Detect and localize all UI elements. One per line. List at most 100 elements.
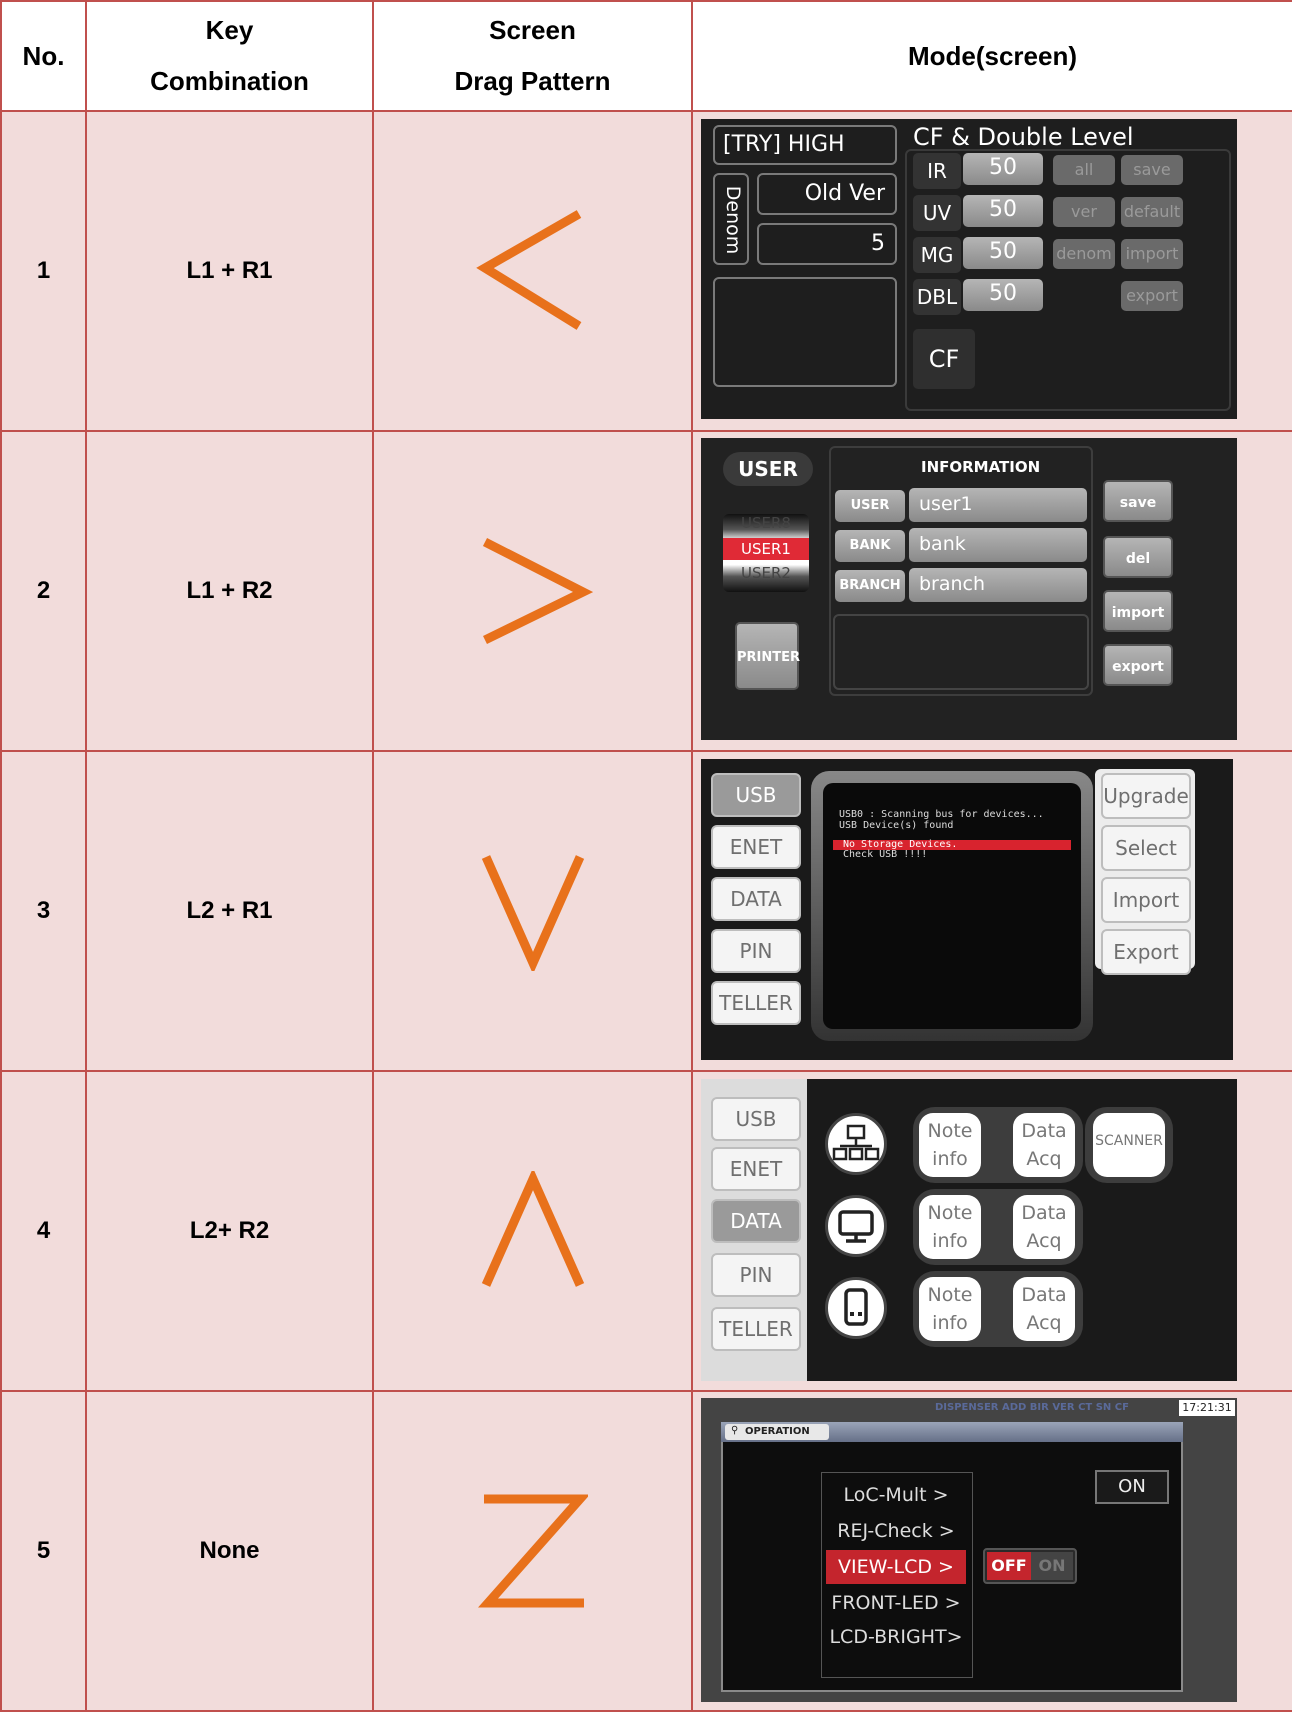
button-text: Acq <box>1026 1148 1062 1170</box>
status-bar: DISPENSER ADD BIR VER CT SN CF <box>935 1402 1129 1413</box>
row-number: 4 <box>0 1070 87 1392</box>
save-button[interactable]: save <box>1103 480 1173 522</box>
button-text: Acq <box>1026 1312 1062 1334</box>
tab-pin[interactable]: PIN <box>711 929 801 973</box>
row-number: 2 <box>0 430 87 752</box>
field-label: USER <box>835 490 905 522</box>
menu-item-view-lcd[interactable]: VIEW-LCD > <box>826 1550 966 1584</box>
tab-enet[interactable]: ENET <box>711 1147 801 1191</box>
key-combination: L1 + R1 <box>85 110 374 432</box>
import-button[interactable]: import <box>1103 590 1173 632</box>
mode-screen-cell: USB ENET DATA PIN TELLER Note info Data Ac… <box>691 1070 1292 1392</box>
data-acq-button[interactable]: Data Acq <box>1013 1195 1075 1259</box>
select-button[interactable]: Select <box>1101 825 1191 871</box>
mode-box[interactable]: [TRY] HIGH <box>713 125 897 165</box>
data-acq-button[interactable]: Data Acq <box>1013 1113 1075 1177</box>
printer-button[interactable]: PRINTER <box>735 622 800 690</box>
network-icon[interactable] <box>825 1113 887 1175</box>
branch-field[interactable]: branch <box>909 568 1087 602</box>
drag-pattern-cell <box>372 1390 693 1712</box>
mode-screen-cell: [TRY] HIGH CF & Double Level Denom Old V… <box>691 110 1292 432</box>
on-button[interactable]: ON <box>1095 1470 1169 1504</box>
level-name: MG <box>913 237 961 273</box>
tab-data[interactable]: DATA <box>711 1199 801 1243</box>
denom-value-field[interactable]: 5 <box>757 223 897 265</box>
tab-enet[interactable]: ENET <box>711 825 801 869</box>
del-button[interactable]: del <box>1103 536 1173 578</box>
button-text: Note <box>927 1284 973 1306</box>
menu-item-rej-check[interactable]: REJ-Check > <box>826 1514 966 1548</box>
key-combination: None <box>85 1390 374 1712</box>
tab-teller[interactable]: TELLER <box>711 981 801 1025</box>
denom-tab[interactable]: Denom <box>713 173 749 265</box>
level-value[interactable]: 50 <box>963 195 1043 227</box>
blank-panel <box>713 277 897 387</box>
user-field[interactable]: user1 <box>909 488 1087 522</box>
import-button[interactable]: import <box>1121 239 1183 269</box>
drag-pattern-z <box>477 1494 588 1608</box>
button-text: Note <box>927 1202 973 1224</box>
menu-item-lcd-bright[interactable]: LCD-BRIGHT> <box>826 1620 966 1654</box>
usb-drive-icon[interactable] <box>825 1277 887 1339</box>
tab-data[interactable]: DATA <box>711 877 801 921</box>
note-info-button[interactable]: Note info <box>919 1113 981 1177</box>
export-button[interactable]: export <box>1103 644 1173 686</box>
ver-button[interactable]: ver <box>1053 197 1115 227</box>
table-row: 3 L2 + R1 USB ENET DATA PIN TELLER USB0 … <box>0 750 1292 1072</box>
user-option-selected[interactable]: USER1 <box>723 538 809 560</box>
note-info-button[interactable]: Note info <box>919 1195 981 1259</box>
button-text: info <box>932 1230 968 1252</box>
key-combination: L2 + R1 <box>85 750 374 1072</box>
header-drag-line2: Drag Pattern <box>454 66 611 96</box>
level-value[interactable]: 50 <box>963 279 1043 311</box>
level-value[interactable]: 50 <box>963 237 1043 269</box>
user-option[interactable]: USER2 <box>723 564 809 582</box>
key-combination: L2+ R2 <box>85 1070 374 1392</box>
drag-pattern-greater-than <box>482 537 593 645</box>
usb-screen: USB ENET DATA PIN TELLER USB0 : Scanning… <box>701 759 1233 1060</box>
tab-pin[interactable]: PIN <box>711 1253 801 1297</box>
monitor-icon[interactable] <box>825 1195 887 1257</box>
header-mode: Mode(screen) <box>691 0 1292 112</box>
level-name: DBL <box>913 279 961 315</box>
export-button[interactable]: export <box>1121 281 1183 311</box>
user-information-screen: USER INFORMATION USER8 USER1 USER2 PRINT… <box>701 438 1237 740</box>
user-option[interactable]: USER8 <box>723 514 809 532</box>
header-key-line1: Key <box>205 15 254 45</box>
button-text: Note <box>927 1120 973 1142</box>
level-name: UV <box>913 195 961 231</box>
default-button[interactable]: default <box>1121 197 1183 227</box>
field-label: BANK <box>835 530 905 562</box>
drag-pattern-cell <box>372 750 693 1072</box>
tab-usb[interactable]: USB <box>711 1097 801 1141</box>
menu-item-loc-mult[interactable]: LoC-Mult > <box>826 1478 966 1512</box>
header-no: No. <box>0 0 87 112</box>
menu-item-front-led[interactable]: FRONT-LED > <box>826 1586 966 1620</box>
level-value[interactable]: 50 <box>963 153 1043 185</box>
toggle-on-label: ON <box>1031 1552 1073 1580</box>
row-number: 5 <box>0 1390 87 1712</box>
tab-usb[interactable]: USB <box>711 773 801 817</box>
import-button[interactable]: Import <box>1101 877 1191 923</box>
version-field[interactable]: Old Ver <box>757 173 897 215</box>
save-button[interactable]: save <box>1121 155 1183 185</box>
tab-teller[interactable]: TELLER <box>711 1307 801 1351</box>
upgrade-button[interactable]: Upgrade <box>1101 773 1191 819</box>
denom-label: Denom <box>722 185 744 255</box>
cf-double-level-screen: [TRY] HIGH CF & Double Level Denom Old V… <box>701 119 1237 419</box>
note-info-button[interactable]: Note info <box>919 1277 981 1341</box>
drag-pattern-less-than <box>475 210 581 330</box>
cf-button[interactable]: CF <box>913 329 975 389</box>
bank-field[interactable]: bank <box>909 528 1087 562</box>
scanner-button[interactable]: SCANNER <box>1093 1113 1165 1177</box>
denom-button[interactable]: denom <box>1053 239 1115 269</box>
button-text: Data <box>1021 1284 1067 1306</box>
table-row: 1 L1 + R1 [TRY] HIGH CF & Double Level D… <box>0 110 1292 432</box>
export-button[interactable]: Export <box>1101 929 1191 975</box>
all-button[interactable]: all <box>1053 155 1115 185</box>
data-acq-button[interactable]: Data Acq <box>1013 1277 1075 1341</box>
data-screen: USB ENET DATA PIN TELLER Note info Data Ac… <box>701 1079 1237 1381</box>
drag-pattern-cell <box>372 110 693 432</box>
user-tab[interactable]: USER <box>723 452 813 486</box>
clock: 17:21:31 <box>1179 1400 1235 1416</box>
